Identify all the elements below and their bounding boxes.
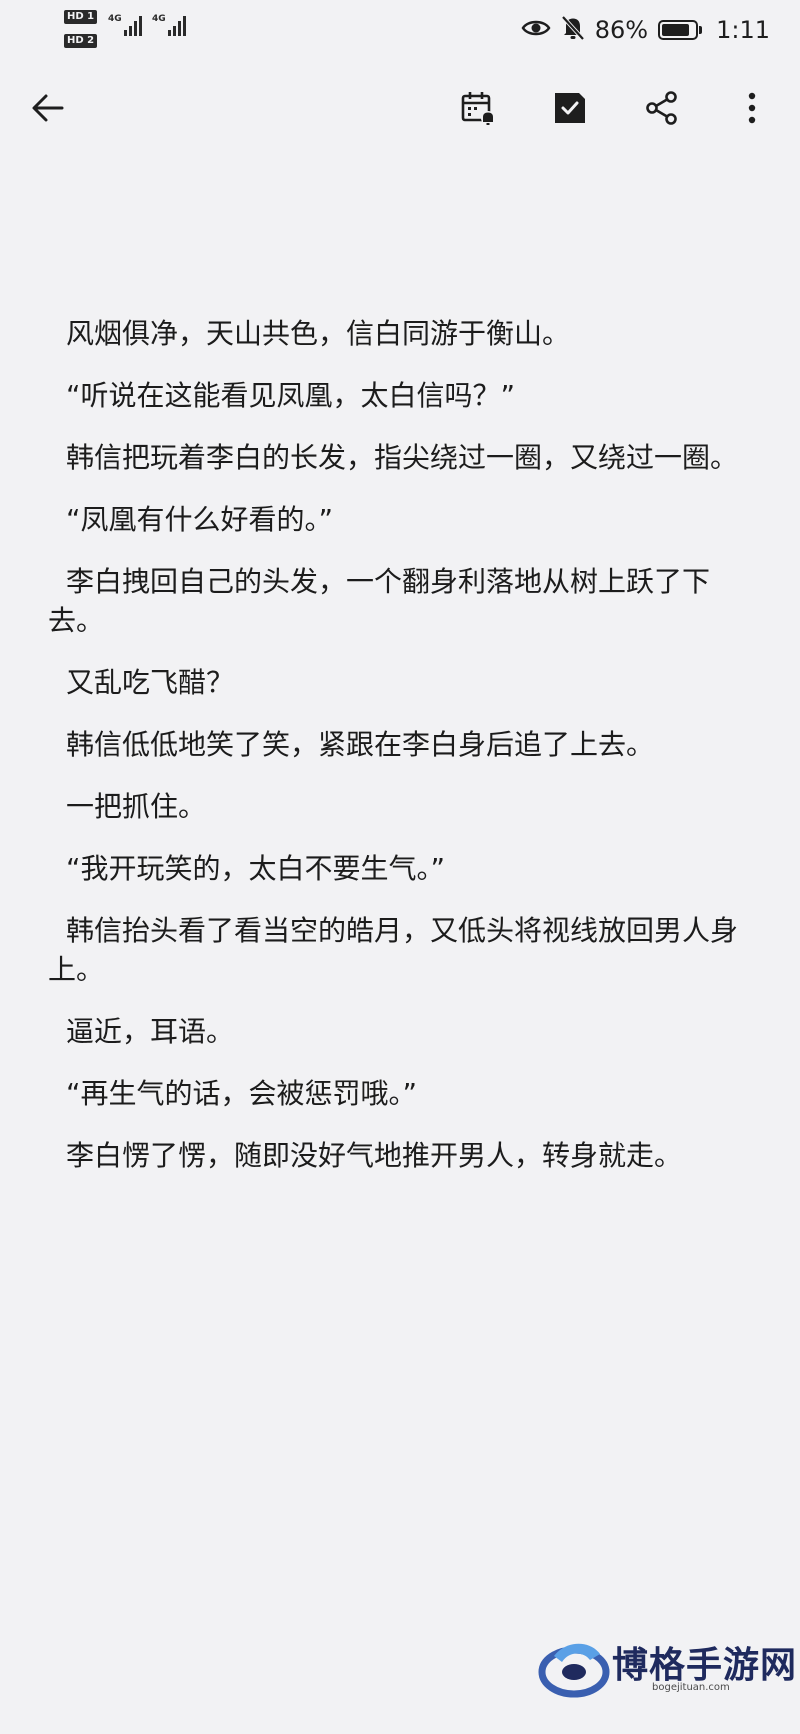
paragraph: 又乱吃飞醋？ — [66, 666, 235, 699]
sim2-hd-badge: HD 2 — [64, 34, 98, 48]
paragraph: 一把抓住。 — [66, 790, 207, 823]
more-options-button[interactable] — [730, 86, 774, 130]
paragraph: 韩信低低地笑了笑，紧跟在李白身后追了上去。 — [66, 728, 655, 761]
site-watermark: 博格手游网 bogejituan.com — [534, 1622, 796, 1726]
share-button[interactable] — [640, 86, 684, 130]
status-right-group: 86% 1:11 — [521, 14, 770, 46]
signal-sim1: 4G — [108, 14, 142, 36]
paragraph: 李白拽回自己的头发，一个翻身利落地从树上跃了下去。 — [48, 565, 711, 637]
paragraph: “我开玩笑的，太白不要生气。” — [66, 852, 446, 885]
article-body: 风烟俱净，天山共色，信白同游于衡山。 “听说在这能看见凤凰，太白信吗？” 韩信把… — [48, 314, 758, 1198]
more-vertical-icon — [748, 92, 756, 124]
battery-level-fill — [662, 24, 690, 36]
signal-bars-icon — [167, 14, 186, 36]
bell-muted-icon — [561, 15, 585, 45]
paragraph: 李白愣了愣，随即没好气地推开男人，转身就走。 — [66, 1139, 683, 1172]
paragraph: “凤凰有什么好看的。” — [66, 503, 334, 536]
network-type-sim1: 4G — [108, 14, 122, 24]
sim1-hd-badge: HD 1 — [64, 10, 98, 24]
signal-bars-icon — [123, 14, 142, 36]
paragraph: “再生气的话，会被惩罚哦。” — [66, 1077, 418, 1110]
back-button[interactable] — [26, 86, 70, 130]
save-button[interactable] — [548, 86, 592, 130]
eye-icon — [521, 18, 551, 42]
calendar-alarm-icon — [461, 92, 495, 125]
back-arrow-icon — [32, 94, 64, 122]
share-icon — [646, 91, 677, 125]
signal-sim2: 4G — [152, 14, 186, 36]
battery-percent: 86% — [594, 16, 649, 44]
paragraph: 韩信抬头看了看当空的皓月，又低头将视线放回男人身上。 — [48, 914, 739, 986]
status-bar: HD 1 HD 2 4G 4G 86% 1:11 — [0, 0, 800, 60]
paragraph: 风烟俱净，天山共色，信白同游于衡山。 — [66, 317, 571, 350]
paragraph: 逼近，耳语。 — [66, 1015, 235, 1048]
watermark-brand: 博格手游网 — [612, 1645, 798, 1686]
clock: 1:11 — [716, 16, 770, 44]
paragraph: “听说在这能看见凤凰，太白信吗？” — [66, 379, 516, 412]
network-type-sim2: 4G — [152, 14, 166, 24]
save-check-icon — [555, 93, 585, 123]
paragraph: 韩信把玩着李白的长发，指尖绕过一圈，又绕过一圈。 — [66, 441, 739, 474]
battery-icon — [658, 20, 703, 40]
top-toolbar — [0, 72, 800, 144]
watermark-logo-icon — [538, 1643, 610, 1698]
schedule-reminder-button[interactable] — [456, 86, 500, 130]
watermark-url: bogejituan.com — [652, 1682, 730, 1693]
